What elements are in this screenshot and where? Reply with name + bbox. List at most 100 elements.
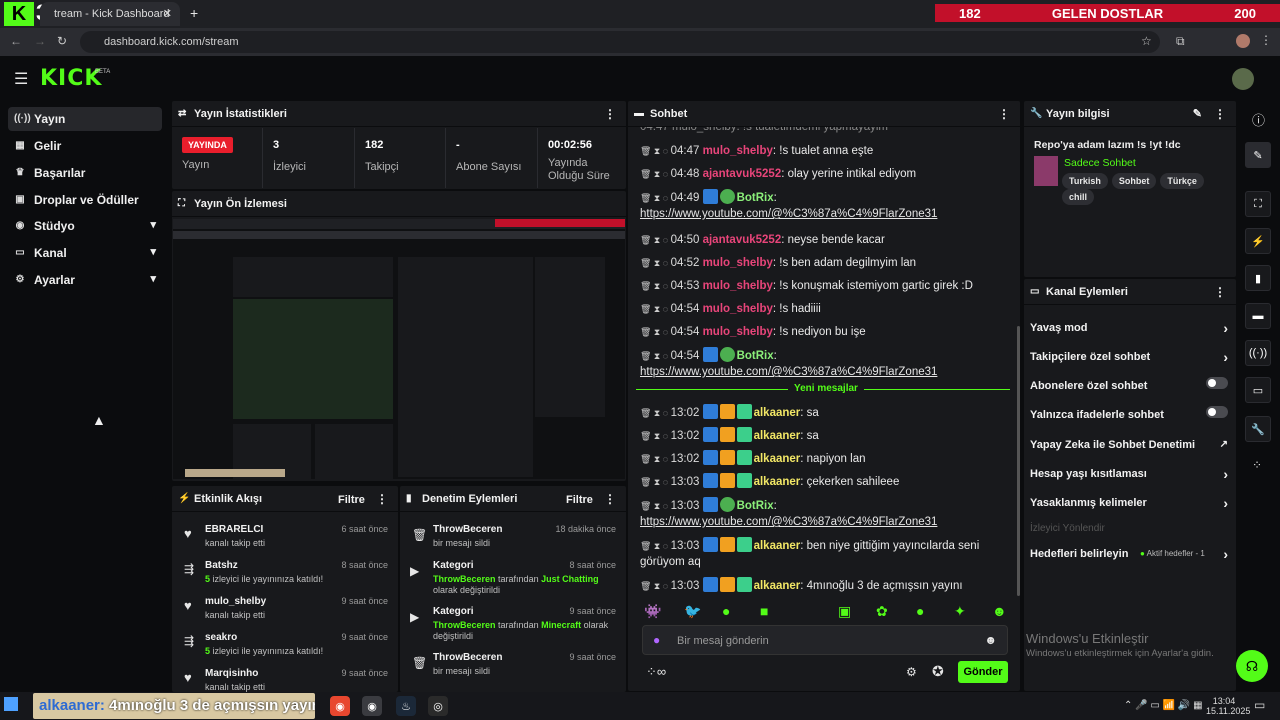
mod-actions-icon[interactable]: 🗑 ⧗ ◌ xyxy=(640,193,671,203)
chat-username[interactable]: ajantavuk5252 xyxy=(703,234,782,246)
emote-icon[interactable]: ☻ xyxy=(992,603,1007,619)
chat-username[interactable]: alkaaner xyxy=(754,540,801,552)
category-link[interactable]: Sadece Sohbet xyxy=(1064,157,1136,169)
chrome-taskbar-icon[interactable]: ◉ xyxy=(330,696,350,716)
kick-logo[interactable]: KICK xyxy=(40,66,102,91)
mod-actions-icon[interactable]: 🗑 ⧗ ◌ xyxy=(640,501,671,511)
emotes-only-toggle[interactable] xyxy=(1206,406,1228,418)
chat-username[interactable]: alkaaner xyxy=(754,407,801,419)
edit-rail-button[interactable]: ✎ xyxy=(1245,142,1271,168)
new-tab-icon[interactable]: + xyxy=(190,5,198,21)
chat-username[interactable]: mulo_shelby xyxy=(703,280,773,292)
chat-username[interactable]: alkaaner xyxy=(754,430,801,442)
back-icon[interactable]: ← xyxy=(10,34,22,48)
filter-button[interactable]: Filtre xyxy=(338,494,365,506)
more-icon[interactable]: ⋮ xyxy=(998,107,1010,121)
more-icon[interactable]: ⋮ xyxy=(376,492,388,506)
broadcast-rail-button[interactable]: ((·)) xyxy=(1245,340,1271,366)
emoji-icon[interactable]: ☻ xyxy=(984,633,997,647)
chat-link[interactable]: https://www.youtube.com/@%C3%87a%C4%9Fla… xyxy=(640,516,937,528)
chat-settings-icon[interactable]: ⚙ xyxy=(906,665,917,679)
forward-icon[interactable]: → xyxy=(34,34,46,48)
ai-moderation-row[interactable]: Yapay Zeka ile Sohbet Denetimi ↗ xyxy=(1030,439,1228,451)
mod-actions-icon[interactable]: 🗑 ⧗ ◌ xyxy=(640,235,671,245)
tag[interactable]: Sohbet xyxy=(1111,173,1157,189)
chat-username[interactable]: BotRix xyxy=(737,500,774,512)
chat-link[interactable]: https://www.youtube.com/@%C3%87a%C4%9Fla… xyxy=(640,366,937,378)
chat-username[interactable]: alkaaner xyxy=(754,453,801,465)
menu-icon[interactable]: ⋮ xyxy=(1260,33,1272,47)
preview-rail-button[interactable]: ⛶ xyxy=(1245,191,1271,217)
system-tray-icons[interactable]: ⌃ 🎤 ▭ 📶 🔊 ▦ xyxy=(1124,700,1203,711)
chat-username[interactable]: mulo_shelby xyxy=(703,257,773,269)
chat-scrollbar[interactable] xyxy=(1017,326,1020,596)
emote-icon[interactable]: ✦ xyxy=(954,603,966,620)
emote-icon[interactable]: ● xyxy=(722,603,730,619)
chat-input-box[interactable]: ● Bir mesaj gönderin ☻ xyxy=(642,625,1008,655)
emote-icon[interactable]: 👾 xyxy=(644,603,661,620)
steam-taskbar-icon[interactable]: ♨ xyxy=(396,696,416,716)
stream-preview-video[interactable] xyxy=(173,219,625,479)
info-icon[interactable]: ⓘ xyxy=(1252,110,1265,129)
subscribers-only-toggle[interactable] xyxy=(1206,377,1228,389)
emote-icon[interactable]: ● xyxy=(916,603,924,619)
goals-row[interactable]: Hedefleri belirleyin ● Aktif hedefler - 1… xyxy=(1030,546,1228,562)
mod-actions-icon[interactable]: 🗑 ⧗ ◌ xyxy=(640,408,671,418)
mod-actions-icon[interactable]: 🗑 ⧗ ◌ xyxy=(640,304,671,314)
sidebar-item-basarilar[interactable]: ♛ Başarılar xyxy=(8,161,162,185)
account-age-row[interactable]: Hesap yaşı kısıtlaması › xyxy=(1030,466,1228,482)
edit-icon[interactable]: ✎ xyxy=(1193,107,1202,120)
emote-icon[interactable]: ■ xyxy=(760,603,768,619)
chat-rail-button[interactable]: ▬ xyxy=(1245,303,1271,329)
sidebar-item-kanal[interactable]: ▭ Kanal ▾ xyxy=(8,241,162,265)
channel-rail-button[interactable]: ▭ xyxy=(1245,377,1271,403)
notification-icon[interactable]: ▭ xyxy=(1254,698,1265,712)
mod-actions-icon[interactable]: 🗑 ⧗ ◌ xyxy=(640,281,671,291)
profile-avatar[interactable] xyxy=(1236,34,1250,48)
filter-button[interactable]: Filtre xyxy=(566,494,593,506)
kick-points-icon[interactable]: ⁘ xyxy=(1252,458,1262,472)
mod-actions-icon[interactable]: 🗑 ⧗ ◌ xyxy=(640,431,671,441)
wrench-rail-button[interactable]: 🔧 xyxy=(1245,416,1271,442)
mod-actions-icon[interactable]: 🗑 ⧗ ◌ xyxy=(640,581,671,591)
mod-actions-icon[interactable]: 🗑 ⧗ ◌ xyxy=(640,258,671,268)
windows-start-icon[interactable] xyxy=(4,697,18,711)
banned-words-row[interactable]: Yasaklanmış kelimeler › xyxy=(1030,495,1228,511)
more-icon[interactable]: ⋮ xyxy=(1214,107,1226,121)
chat-username[interactable]: alkaaner xyxy=(754,476,801,488)
sidebar-item-gelir[interactable]: ▦ Gelir xyxy=(8,134,162,158)
chat-username[interactable]: ajantavuk5252 xyxy=(703,168,782,180)
tag[interactable]: Türkçe xyxy=(1160,173,1204,189)
extensions-icon[interactable]: ⧉ xyxy=(1176,34,1185,49)
mod-actions-icon[interactable]: 🗑 ⧗ ◌ xyxy=(640,454,671,464)
chat-username[interactable]: mulo_shelby xyxy=(703,326,773,338)
tag[interactable]: chill xyxy=(1062,189,1095,205)
mod-actions-icon[interactable]: 🗑 ⧗ ◌ xyxy=(640,146,671,156)
chat-link[interactable]: https://www.youtube.com/@%C3%87a%C4%9Fla… xyxy=(640,208,937,220)
sidebar-item-studyo[interactable]: ◉ Stüdyo ▾ xyxy=(8,214,162,238)
emote-icon[interactable]: ▣ xyxy=(838,603,851,620)
mic-icon[interactable]: ● xyxy=(653,633,660,647)
chat-username[interactable]: BotRix xyxy=(737,350,774,362)
emote-picker-icon[interactable]: ✪ xyxy=(932,663,944,680)
emote-icon[interactable]: 🐦 xyxy=(684,603,701,620)
taskbar-clock[interactable]: 13:04 15.11.2025 xyxy=(1206,696,1250,716)
obs-taskbar-icon[interactable]: ◎ xyxy=(428,696,448,716)
hamburger-icon[interactable]: ☰ xyxy=(14,69,28,89)
moderation-rail-button[interactable]: ▮ xyxy=(1245,265,1271,291)
slow-mode-row[interactable]: Yavaş mod › xyxy=(1030,320,1228,336)
mod-actions-icon[interactable]: 🗑 ⧗ ◌ xyxy=(640,541,671,551)
chat-username[interactable]: alkaaner xyxy=(754,580,801,592)
browser-tab[interactable]: tream - Kick Dashboard ✕ xyxy=(40,2,180,26)
more-icon[interactable]: ⋮ xyxy=(1214,285,1226,299)
sidebar-item-ayarlar[interactable]: ⚙ Ayarlar ▾ xyxy=(8,268,162,292)
tag[interactable]: Turkish xyxy=(1062,173,1108,189)
more-icon[interactable]: ⋮ xyxy=(604,107,616,121)
more-icon[interactable]: ⋮ xyxy=(604,492,616,506)
reload-icon[interactable]: ↻ xyxy=(57,34,67,48)
sidebar-item-droplar[interactable]: ▣ Droplar ve Ödüller xyxy=(8,188,162,212)
mod-actions-icon[interactable]: 🗑 ⧗ ◌ xyxy=(640,477,671,487)
mod-actions-icon[interactable]: 🗑 ⧗ ◌ xyxy=(640,327,671,337)
mod-actions-icon[interactable]: 🗑 ⧗ ◌ xyxy=(640,351,671,361)
chat-username[interactable]: BotRix xyxy=(737,192,774,204)
